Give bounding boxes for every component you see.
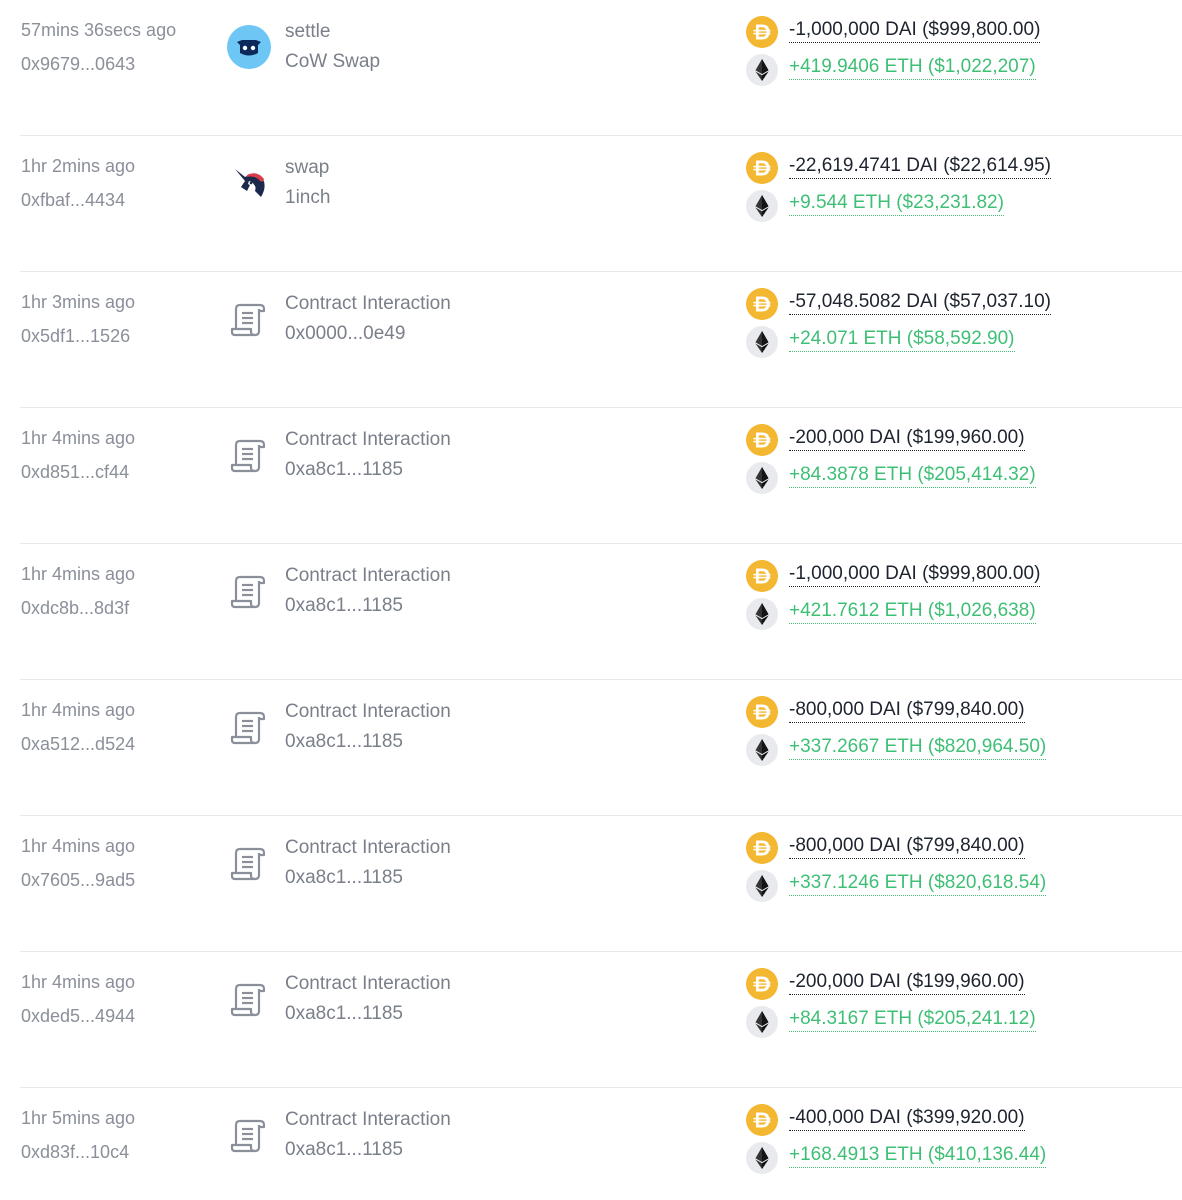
transaction-time: 1hr 5mins ago: [21, 1108, 136, 1128]
eth-incoming-amount[interactable]: +84.3167 ETH ($205,241.12): [789, 1008, 1036, 1032]
dai-outgoing-amount[interactable]: -200,000 DAI ($199,960.00): [789, 971, 1025, 995]
eth-incoming-amount[interactable]: +337.2667 ETH ($820,964.50): [789, 736, 1047, 760]
dai-outgoing-amount[interactable]: -1,000,000 DAI ($999,800.00): [789, 563, 1041, 587]
transaction-row: 1hr 4mins ago 0xa512...d524 Contract Int…: [0, 680, 1182, 816]
transaction-app-link[interactable]: 1inch: [285, 187, 330, 209]
transaction-action: Contract Interaction: [285, 293, 451, 314]
dai-token-icon: [746, 968, 778, 1000]
transaction-app-link[interactable]: CoW Swap: [285, 51, 380, 73]
eth-incoming-amount[interactable]: +9.544 ETH ($23,231.82): [789, 192, 1004, 216]
contract-scroll-icon: [227, 1113, 271, 1157]
transaction-time: 1hr 4mins ago: [21, 428, 136, 448]
eth-incoming-amount[interactable]: +168.4913 ETH ($410,136.44): [789, 1144, 1047, 1168]
transaction-hash-link[interactable]: 0xd83f...10c4: [21, 1142, 129, 1163]
dai-outgoing-amount[interactable]: -1,000,000 DAI ($999,800.00): [789, 19, 1041, 43]
transaction-action: Contract Interaction: [285, 701, 451, 722]
transaction-hash-link[interactable]: 0x9679...0643: [21, 54, 135, 75]
transaction-hash-link[interactable]: 0xdc8b...8d3f: [21, 598, 129, 619]
eth-token-icon: [746, 190, 778, 222]
1inch-unicorn-icon: [227, 161, 271, 205]
transaction-action: Contract Interaction: [285, 837, 451, 858]
transaction-action: Contract Interaction: [285, 429, 451, 450]
eth-token-icon: [746, 1006, 778, 1038]
transaction-row: 1hr 4mins ago 0xd851...cf44 Contract Int…: [0, 408, 1182, 544]
eth-token-icon: [746, 54, 778, 86]
transaction-row: 1hr 4mins ago 0xdc8b...8d3f Contract Int…: [0, 544, 1182, 680]
dai-token-icon: [746, 288, 778, 320]
eth-token-icon: [746, 598, 778, 630]
transaction-row: 1hr 3mins ago 0x5df1...1526 Contract Int…: [0, 272, 1182, 408]
transaction-hash-link[interactable]: 0xded5...4944: [21, 1006, 135, 1027]
transaction-contract-link[interactable]: 0xa8c1...1185: [285, 459, 403, 481]
transaction-contract-link[interactable]: 0xa8c1...1185: [285, 731, 403, 753]
transaction-hash-link[interactable]: 0xfbaf...4434: [21, 190, 125, 211]
eth-incoming-amount[interactable]: +419.9406 ETH ($1,022,207): [789, 56, 1036, 80]
transaction-time: 1hr 4mins ago: [21, 972, 136, 992]
transaction-row: 1hr 4mins ago 0xded5...4944 Contract Int…: [0, 952, 1182, 1088]
dai-token-icon: [746, 16, 778, 48]
dai-token-icon: [746, 832, 778, 864]
transaction-contract-link[interactable]: 0xa8c1...1185: [285, 1139, 403, 1161]
dai-outgoing-amount[interactable]: -800,000 DAI ($799,840.00): [789, 699, 1025, 723]
dai-token-icon: [746, 424, 778, 456]
transaction-contract-link[interactable]: 0xa8c1...1185: [285, 1003, 403, 1025]
transaction-contract-link[interactable]: 0xa8c1...1185: [285, 867, 403, 889]
dai-token-icon: [746, 1104, 778, 1136]
eth-token-icon: [746, 326, 778, 358]
contract-scroll-icon: [227, 297, 271, 341]
dai-token-icon: [746, 696, 778, 728]
transaction-row: 1hr 4mins ago 0x7605...9ad5 Contract Int…: [0, 816, 1182, 952]
transaction-hash-link[interactable]: 0xd851...cf44: [21, 462, 129, 483]
transaction-time: 1hr 4mins ago: [21, 836, 136, 856]
transaction-hash-link[interactable]: 0x7605...9ad5: [21, 870, 135, 891]
dai-outgoing-amount[interactable]: -22,619.4741 DAI ($22,614.95): [789, 155, 1051, 179]
eth-token-icon: [746, 462, 778, 494]
transaction-action: settle: [285, 21, 331, 42]
transaction-action: Contract Interaction: [285, 565, 451, 586]
transaction-row: 1hr 2mins ago 0xfbaf...4434 swap 1inch -…: [0, 136, 1182, 272]
contract-scroll-icon: [227, 705, 271, 749]
contract-scroll-icon: [227, 977, 271, 1021]
contract-scroll-icon: [227, 569, 271, 613]
transaction-list: 57mins 36secs ago 0x9679...0643 settle C…: [0, 0, 1182, 1200]
transaction-time: 1hr 2mins ago: [21, 156, 136, 176]
cow-swap-icon: [227, 25, 271, 69]
transaction-time: 57mins 36secs ago: [21, 20, 177, 40]
dai-outgoing-amount[interactable]: -400,000 DAI ($399,920.00): [789, 1107, 1025, 1131]
contract-scroll-icon: [227, 433, 271, 477]
transaction-action: Contract Interaction: [285, 973, 451, 994]
dai-outgoing-amount[interactable]: -200,000 DAI ($199,960.00): [789, 427, 1025, 451]
eth-token-icon: [746, 870, 778, 902]
dai-outgoing-amount[interactable]: -800,000 DAI ($799,840.00): [789, 835, 1025, 859]
transaction-contract-link[interactable]: 0x0000...0e49: [285, 323, 405, 345]
transaction-action: swap: [285, 157, 330, 178]
contract-scroll-icon: [227, 841, 271, 885]
dai-token-icon: [746, 152, 778, 184]
dai-token-icon: [746, 560, 778, 592]
transaction-time: 1hr 4mins ago: [21, 700, 136, 720]
transaction-hash-link[interactable]: 0x5df1...1526: [21, 326, 130, 347]
eth-incoming-amount[interactable]: +337.1246 ETH ($820,618.54): [789, 872, 1047, 896]
transaction-hash-link[interactable]: 0xa512...d524: [21, 734, 135, 755]
transaction-action: Contract Interaction: [285, 1109, 451, 1130]
transaction-row: 1hr 5mins ago 0xd83f...10c4 Contract Int…: [0, 1088, 1182, 1200]
transaction-row: 57mins 36secs ago 0x9679...0643 settle C…: [0, 0, 1182, 136]
eth-incoming-amount[interactable]: +84.3878 ETH ($205,414.32): [789, 464, 1036, 488]
transaction-contract-link[interactable]: 0xa8c1...1185: [285, 595, 403, 617]
eth-incoming-amount[interactable]: +421.7612 ETH ($1,026,638): [789, 600, 1036, 624]
eth-token-icon: [746, 1142, 778, 1174]
eth-token-icon: [746, 734, 778, 766]
eth-incoming-amount[interactable]: +24.071 ETH ($58,592.90): [789, 328, 1015, 352]
transaction-time: 1hr 4mins ago: [21, 564, 136, 584]
dai-outgoing-amount[interactable]: -57,048.5082 DAI ($57,037.10): [789, 291, 1051, 315]
transaction-time: 1hr 3mins ago: [21, 292, 136, 312]
